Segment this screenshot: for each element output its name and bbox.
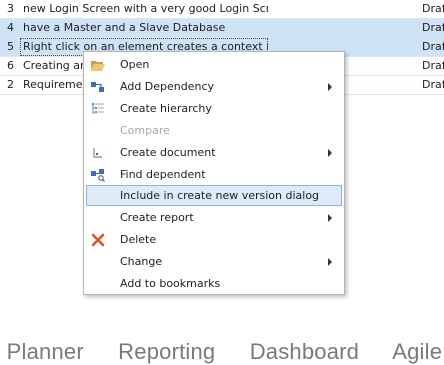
bottom-tab-strip: t Planner Reporting Dashboard Agile [0, 339, 444, 365]
context-menu: Open Add Dependency Create hierarchy Com… [83, 51, 345, 295]
document-icon [90, 145, 106, 161]
status-cell: Draft [422, 21, 444, 34]
status-cell: Draft [422, 40, 444, 53]
menu-item-open[interactable]: Open [86, 54, 342, 75]
submenu-arrow-icon [328, 83, 332, 91]
menu-item-add-to-bookmarks[interactable]: Add to bookmarks [86, 273, 342, 294]
tab-planner[interactable]: t Planner [0, 339, 84, 364]
menu-item-create-document[interactable]: Create document [86, 142, 342, 163]
title-cell: new Login Screen with a very good Login … [23, 2, 268, 15]
menu-item-label: Create document [120, 146, 216, 159]
status-cell: Draft [422, 2, 444, 15]
folder-open-icon [90, 57, 106, 73]
menu-item-label: Find dependent [120, 168, 206, 181]
tab-dashboard[interactable]: Dashboard [250, 339, 359, 364]
delete-icon [90, 232, 106, 248]
menu-item-compare[interactable]: Compare [86, 120, 342, 141]
menu-item-label: Change [120, 255, 163, 268]
menu-item-label: Add Dependency [120, 80, 215, 93]
tab-agile[interactable]: Agile [392, 339, 442, 364]
menu-item-label: Open [120, 58, 150, 71]
table-row[interactable]: 4 have a Master and a Slave Database Dra… [0, 19, 444, 38]
id-cell: 3 [7, 2, 14, 15]
status-cell: Draft [422, 78, 444, 91]
menu-item-label: Delete [120, 233, 157, 246]
tab-reporting[interactable]: Reporting [118, 339, 215, 364]
menu-item-create-report[interactable]: Create report [86, 207, 342, 228]
menu-item-label: Create hierarchy [120, 102, 212, 115]
table-row[interactable]: 3 new Login Screen with a very good Logi… [0, 0, 444, 19]
submenu-arrow-icon [328, 149, 332, 157]
id-cell: 5 [7, 40, 14, 53]
menu-item-delete[interactable]: Delete [86, 229, 342, 250]
menu-item-label: Create report [120, 211, 194, 224]
submenu-arrow-icon [328, 258, 332, 266]
menu-item-add-dependency[interactable]: Add Dependency [86, 76, 342, 97]
menu-item-label: Include in create new version dialog [120, 189, 320, 202]
add-dependency-icon [90, 79, 106, 95]
menu-item-label: Compare [120, 124, 170, 137]
hierarchy-icon [90, 101, 106, 117]
menu-item-find-dependent[interactable]: Find dependent [86, 164, 342, 185]
title-cell: have a Master and a Slave Database [23, 21, 226, 34]
submenu-arrow-icon [328, 214, 332, 222]
menu-item-change[interactable]: Change [86, 251, 342, 272]
menu-item-label: Add to bookmarks [120, 277, 221, 290]
menu-item-include-in-create-new-version[interactable]: Include in create new version dialog [86, 185, 342, 206]
menu-item-create-hierarchy[interactable]: Create hierarchy [86, 98, 342, 119]
id-cell: 4 [7, 21, 14, 34]
id-cell: 6 [7, 59, 14, 72]
status-cell: Draft [422, 59, 444, 72]
id-cell: 2 [7, 78, 14, 91]
find-dependent-icon [90, 167, 106, 183]
